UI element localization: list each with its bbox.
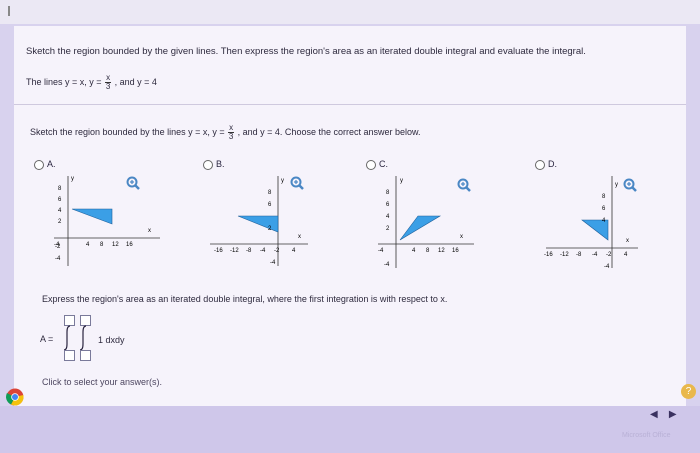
choice-label: C. bbox=[379, 159, 388, 169]
y-tick: 8 bbox=[602, 194, 606, 200]
x-tick: -4 bbox=[378, 248, 384, 254]
x-tick: -12 bbox=[560, 252, 569, 258]
x-tick: -4 bbox=[592, 252, 598, 258]
help-icon[interactable]: ? bbox=[681, 384, 696, 399]
x-tick: -16 bbox=[544, 252, 553, 258]
x-tick: 12 bbox=[438, 248, 445, 254]
choice-a-graph: y x 8 6 4 2 -2 -4 -4 4 8 12 16 bbox=[54, 176, 160, 266]
bottom-toolbar bbox=[0, 406, 700, 453]
choice-c-radio-label[interactable]: C. bbox=[366, 159, 388, 170]
y-tick: -4 bbox=[384, 262, 390, 268]
inner-lower-limit-box[interactable] bbox=[80, 348, 91, 366]
choice-d-radio-label[interactable]: D. bbox=[535, 159, 557, 170]
y-tick: -4 bbox=[270, 260, 276, 266]
divider bbox=[14, 104, 686, 105]
y-tick: 4 bbox=[58, 208, 62, 214]
x-tick: 4 bbox=[292, 248, 296, 254]
question-prompt: Sketch the region bounded by the given l… bbox=[26, 46, 586, 57]
choice-label: A. bbox=[47, 159, 56, 169]
x-tick: -8 bbox=[576, 252, 582, 258]
x-axis-label: x bbox=[148, 228, 151, 234]
radio-button[interactable] bbox=[34, 159, 44, 170]
radio-button[interactable] bbox=[366, 159, 376, 170]
x-tick: -16 bbox=[214, 248, 223, 254]
choice-b-radio-label[interactable]: B. bbox=[203, 159, 225, 170]
fraction-denominator: 3 bbox=[105, 82, 111, 91]
x-axis-label: x bbox=[626, 238, 629, 244]
radio-button[interactable] bbox=[203, 159, 213, 170]
y-tick: -4 bbox=[604, 264, 610, 270]
y-tick: 2 bbox=[386, 226, 390, 232]
x-tick: -4 bbox=[260, 248, 266, 254]
watermark: Microsoft Office bbox=[622, 432, 671, 439]
chrome-icon[interactable] bbox=[6, 388, 24, 406]
choice-d-graph: y x 8 6 4 -4 -16 -12 -8 -4 -2 4 bbox=[544, 176, 638, 270]
lines-prefix: The lines y = x, y = bbox=[26, 76, 102, 87]
part1-prefix: Sketch the region bounded by the lines y… bbox=[30, 126, 225, 137]
part2-prompt: Express the region's area as an iterated… bbox=[42, 294, 448, 304]
lines-suffix: , and y = 4 bbox=[114, 76, 157, 87]
y-tick: -4 bbox=[55, 256, 61, 262]
choice-a-radio-label[interactable]: A. bbox=[34, 159, 56, 170]
choice-c-graph: y x 8 6 4 2 -4 -4 4 8 12 16 bbox=[378, 176, 474, 268]
outer-lower-limit-box[interactable] bbox=[64, 348, 75, 366]
y-axis-label: y bbox=[281, 178, 284, 184]
region-fill bbox=[399, 215, 442, 241]
x-tick: -2 bbox=[606, 252, 612, 258]
x-tick: -8 bbox=[246, 248, 252, 254]
x-axis-label: x bbox=[460, 234, 463, 240]
x-tick: 12 bbox=[112, 242, 119, 248]
integrand: 1 dxdy bbox=[98, 335, 125, 345]
select-answer-hint: Click to select your answer(s). bbox=[42, 377, 163, 387]
x-tick: 16 bbox=[452, 248, 459, 254]
choice-label: B. bbox=[216, 159, 225, 169]
y-tick: 6 bbox=[268, 202, 272, 208]
y-tick: 8 bbox=[58, 186, 62, 192]
y-tick: 4 bbox=[386, 214, 390, 220]
x-tick: 8 bbox=[426, 248, 430, 254]
x-tick: 4 bbox=[86, 242, 90, 248]
region-fill bbox=[71, 208, 113, 225]
y-tick: 8 bbox=[386, 190, 390, 196]
prev-arrow-icon[interactable]: ◀ bbox=[650, 409, 658, 420]
navigation-arrows[interactable]: ◀ ▶ bbox=[650, 409, 677, 420]
radio-button[interactable] bbox=[535, 159, 545, 170]
x-tick: 16 bbox=[126, 242, 133, 248]
x-axis-label: x bbox=[298, 234, 301, 240]
choice-b-graph: y x 8 6 2 -4 -16 -12 -8 -4 -2 4 bbox=[210, 176, 308, 266]
browser-top-bar bbox=[0, 0, 700, 24]
fraction-x-over-3: x3 bbox=[105, 74, 112, 91]
y-axis-label: y bbox=[615, 182, 618, 188]
x-tick: -12 bbox=[230, 248, 239, 254]
region-fill bbox=[237, 215, 279, 233]
lines-statement: The lines y = x, y = x3 , and y = 4 bbox=[26, 74, 157, 91]
x-tick: 8 bbox=[100, 242, 104, 248]
choice-label: D. bbox=[548, 159, 557, 169]
y-tick: 8 bbox=[268, 190, 272, 196]
y-tick: 6 bbox=[386, 202, 390, 208]
x-tick: -2 bbox=[274, 248, 280, 254]
window-edge-mark bbox=[8, 6, 14, 16]
part1-suffix: , and y = 4. Choose the correct answer b… bbox=[237, 126, 421, 137]
y-axis-label: y bbox=[71, 176, 74, 182]
y-tick: 6 bbox=[58, 197, 62, 203]
part1-fraction: x3 bbox=[228, 124, 235, 141]
x-tick: -4 bbox=[54, 242, 60, 248]
x-tick: 4 bbox=[412, 248, 416, 254]
y-axis-label: y bbox=[400, 178, 403, 184]
part1-prompt: Sketch the region bounded by the lines y… bbox=[30, 124, 421, 141]
fraction-denominator: 3 bbox=[228, 132, 234, 141]
y-tick: 2 bbox=[58, 219, 62, 225]
next-arrow-icon[interactable]: ▶ bbox=[669, 409, 677, 420]
y-tick: 6 bbox=[602, 206, 606, 212]
x-tick: 4 bbox=[624, 252, 628, 258]
area-lhs: A = bbox=[40, 334, 54, 344]
